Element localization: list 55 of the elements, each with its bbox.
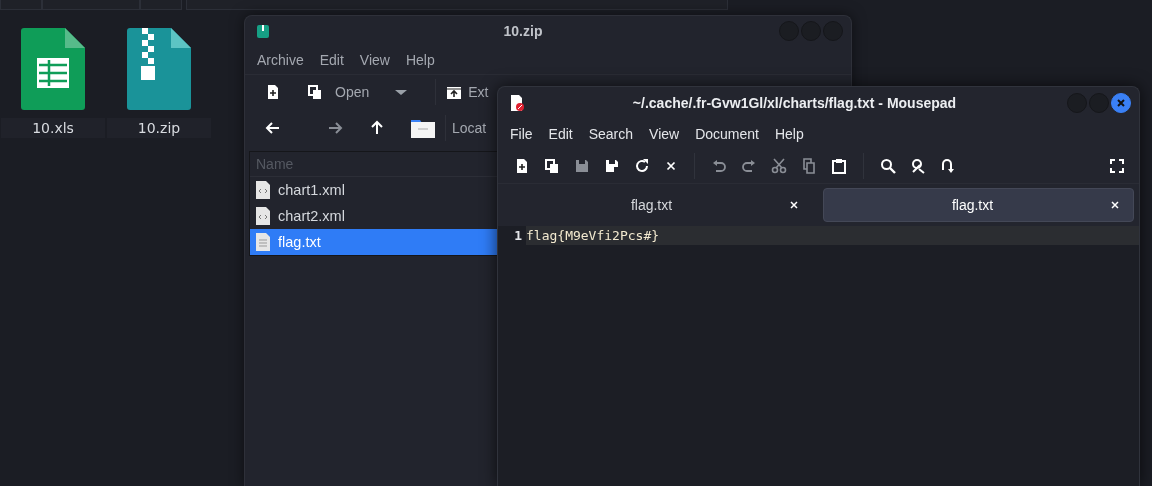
copy-icon[interactable] [801,158,817,174]
close-tab-icon[interactable] [788,199,800,211]
extract-button[interactable]: Ext [468,84,489,100]
window-title: 10.zip [502,23,544,39]
menu-item[interactable]: Archive [249,52,312,68]
paste-icon[interactable] [831,158,847,174]
editor-tab[interactable]: flag.txt [823,188,1134,222]
replace-icon[interactable] [910,158,926,174]
document-icon [510,95,524,111]
file-name[interactable]: 10.zip [107,118,211,138]
file-row[interactable]: chart2.xml [250,203,497,229]
new-window-icon[interactable] [544,158,560,174]
save-icon[interactable] [574,158,590,174]
xml-file-icon [256,181,270,199]
text-file-icon [256,233,270,251]
spreadsheet-file-icon[interactable] [21,28,85,110]
close-button[interactable] [1111,93,1131,113]
go-to-line-icon[interactable] [940,158,956,174]
open-archive-icon[interactable] [307,84,323,100]
fullscreen-icon[interactable] [1109,158,1125,174]
menu-item[interactable]: Edit [540,126,581,142]
new-document-icon[interactable] [514,158,530,174]
close-icon[interactable] [664,159,678,173]
redo-icon[interactable] [741,158,757,174]
menu-item[interactable]: Edit [311,52,352,68]
reload-icon[interactable] [634,158,650,174]
forward-icon[interactable] [327,120,343,136]
menu-item[interactable]: Search [580,126,642,142]
zip-file-icon[interactable] [127,28,191,110]
menu-item[interactable]: Help [397,52,443,68]
line-number: 1 [513,228,523,243]
editor-tab[interactable]: flag.txt [502,188,813,222]
undo-icon[interactable] [711,158,727,174]
up-icon[interactable] [369,120,385,136]
menu-item[interactable]: View [351,52,398,68]
menu-item[interactable]: View [641,126,688,142]
extract-icon[interactable] [446,84,463,100]
cut-icon[interactable] [771,158,787,174]
menu-item[interactable]: Help [766,126,812,142]
close-tab-icon[interactable] [1109,199,1121,211]
back-icon[interactable] [265,120,281,136]
file-row[interactable]: flag.txt [250,229,497,255]
save-as-icon[interactable] [604,158,620,174]
file-name[interactable]: 10.xls [1,118,105,138]
folder-icon[interactable] [411,118,435,138]
window-title: ~/.cache/.fr-Gvw1Gl/xl/charts/flag.txt - Mousepad [631,95,958,111]
menu-item[interactable]: File [502,126,541,142]
archive-app-icon [257,24,269,38]
menu-item[interactable]: Document [687,126,767,142]
open-button[interactable]: Open [335,84,370,100]
xml-file-icon [256,207,270,225]
new-archive-icon[interactable] [265,84,281,100]
location-label: Locat [452,120,487,136]
search-icon[interactable] [880,158,896,174]
file-row[interactable]: chart1.xml [250,177,497,203]
